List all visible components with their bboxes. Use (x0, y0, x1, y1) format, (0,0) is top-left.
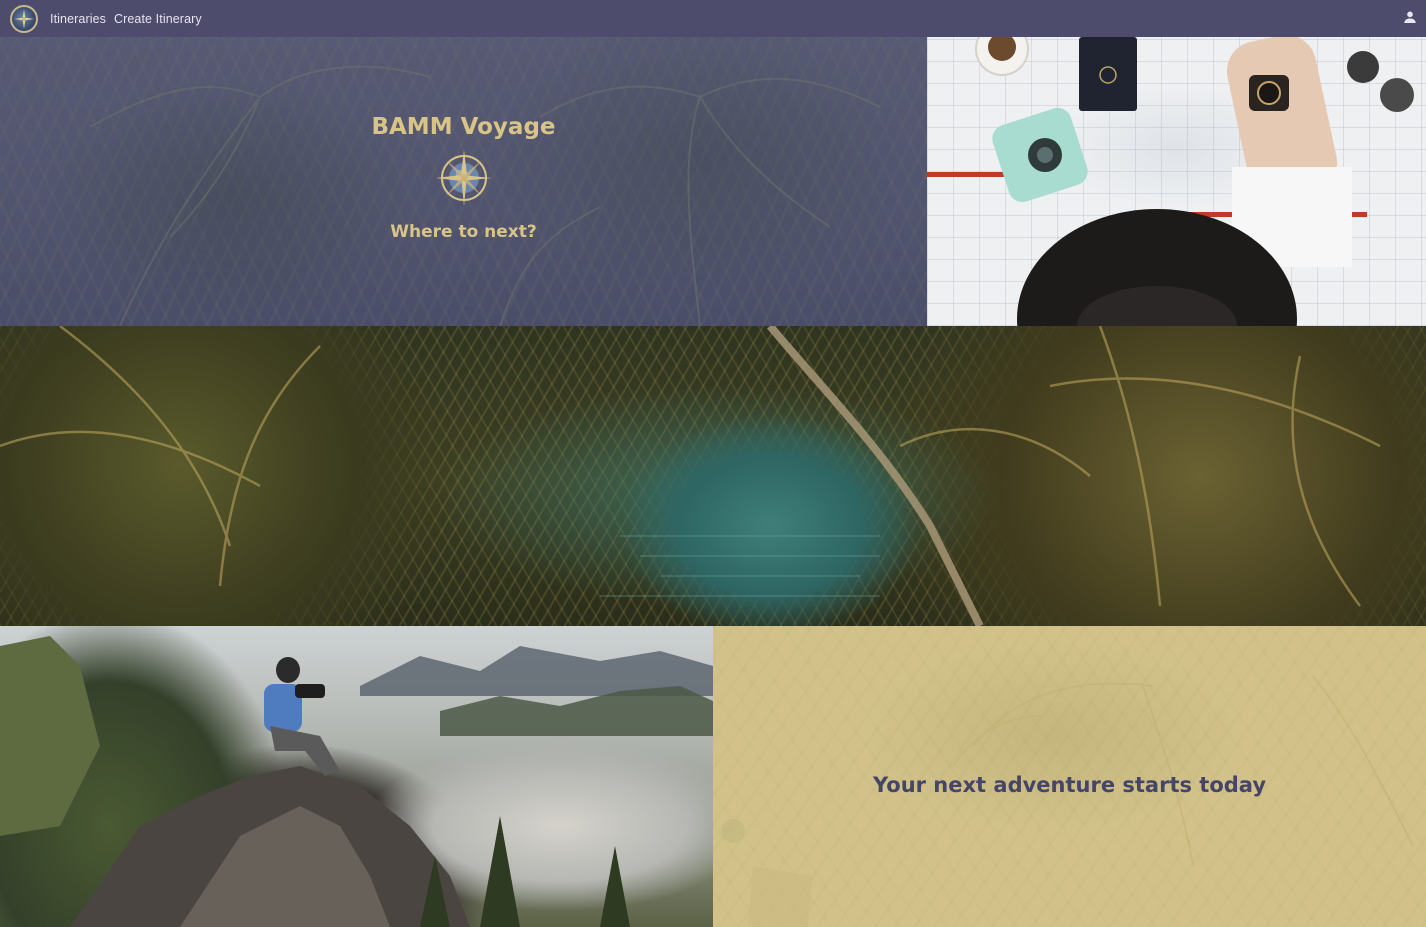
palm-fronds (0, 326, 1381, 607)
photographer-mountain-image (0, 626, 713, 927)
water-ripples (600, 535, 880, 597)
user-icon[interactable] (1402, 9, 1418, 25)
adventure-tagline: Your next adventure starts today (872, 773, 1267, 797)
travel-map-image (927, 37, 1426, 326)
navbar: Itineraries Create Itinerary (0, 0, 1426, 37)
palm-trunk (766, 326, 984, 626)
passport (1079, 37, 1137, 111)
nav-link-create-itinerary[interactable]: Create Itinerary (114, 12, 202, 26)
sunglasses (1347, 51, 1379, 83)
hero-content: BAMM Voyage Where to next? (0, 37, 927, 326)
hero-title: BAMM Voyage (371, 114, 556, 140)
compass-icon (435, 150, 492, 206)
hero-banner: BAMM Voyage Where to next? (0, 37, 927, 326)
lagoon-panorama-image (0, 326, 1426, 626)
nav-link-itineraries[interactable]: Itineraries (50, 12, 106, 26)
compass-logo-icon[interactable] (10, 4, 38, 33)
hero-subtitle: Where to next? (390, 222, 537, 242)
cliff-left (0, 636, 100, 836)
adventure-banner: Your next adventure starts today (713, 626, 1426, 927)
photographer (276, 657, 300, 683)
